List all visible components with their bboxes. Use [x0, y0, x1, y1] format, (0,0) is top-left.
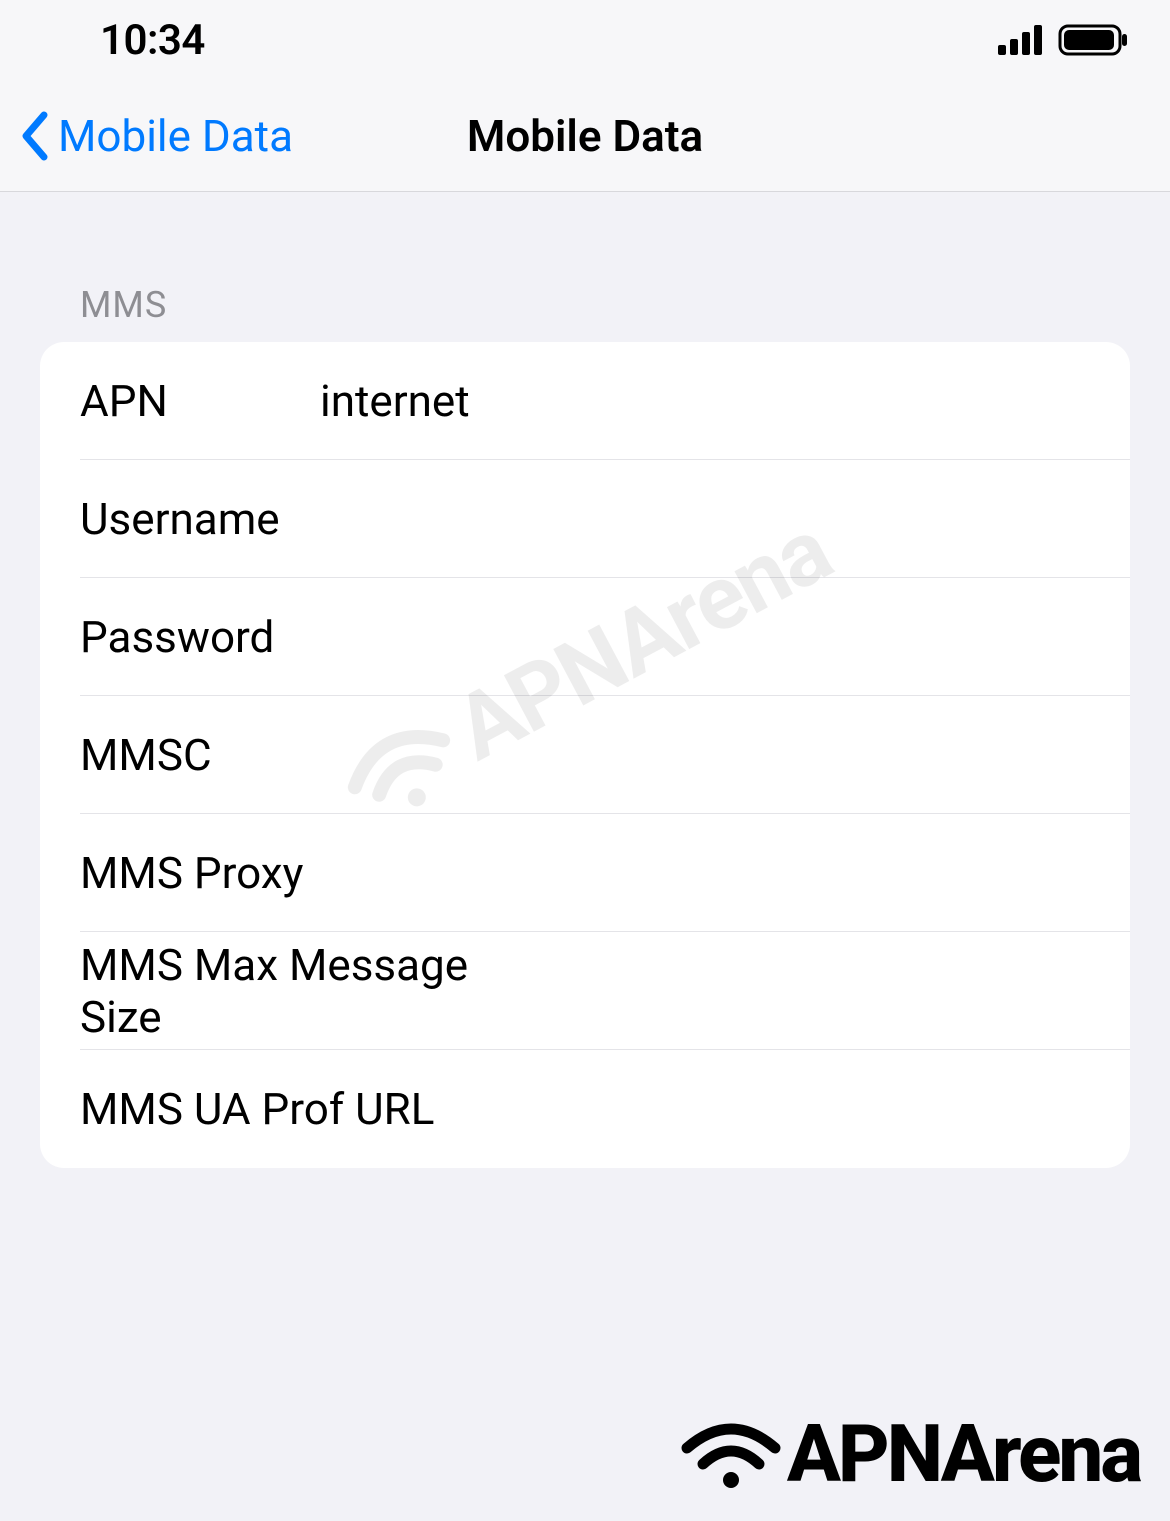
- status-indicators: [998, 24, 1130, 56]
- page-title: Mobile Data: [467, 110, 703, 162]
- input-mmsc[interactable]: [320, 729, 1090, 781]
- brand-logo: APNArena: [681, 1407, 1140, 1501]
- input-mms-ua-prof[interactable]: [532, 1083, 1090, 1135]
- row-apn[interactable]: APN: [40, 342, 1130, 460]
- row-mms-proxy[interactable]: MMS Proxy: [40, 814, 1130, 932]
- row-mmsc[interactable]: MMSC: [40, 696, 1130, 814]
- brand-text: APNArena: [787, 1407, 1140, 1501]
- label-mms-proxy: MMS Proxy: [80, 847, 532, 899]
- input-mms-max-size[interactable]: [532, 965, 1090, 1017]
- label-mms-ua-prof: MMS UA Prof URL: [80, 1083, 532, 1135]
- back-button[interactable]: Mobile Data: [20, 110, 293, 162]
- input-mms-proxy[interactable]: [532, 847, 1090, 899]
- settings-group-mms: APN Username Password MMSC MMS Proxy MMS…: [40, 342, 1130, 1168]
- row-mms-max-size[interactable]: MMS Max Message Size: [40, 932, 1130, 1050]
- row-mms-ua-prof[interactable]: MMS UA Prof URL: [40, 1050, 1130, 1168]
- signal-icon: [998, 25, 1046, 55]
- input-apn[interactable]: [320, 375, 1090, 427]
- label-apn: APN: [80, 375, 320, 427]
- wifi-icon: [681, 1416, 781, 1492]
- label-username: Username: [80, 493, 320, 545]
- row-username[interactable]: Username: [40, 460, 1130, 578]
- navigation-bar: Mobile Data Mobile Data: [0, 80, 1170, 192]
- content: MMS APN Username Password MMSC MMS Proxy: [0, 192, 1170, 1168]
- label-mms-max-size: MMS Max Message Size: [80, 939, 532, 1043]
- row-password[interactable]: Password: [40, 578, 1130, 696]
- battery-icon: [1058, 24, 1130, 56]
- status-time: 10:34: [100, 16, 205, 65]
- input-password[interactable]: [320, 611, 1090, 663]
- status-bar: 10:34: [0, 0, 1170, 80]
- label-mmsc: MMSC: [80, 729, 320, 781]
- label-password: Password: [80, 611, 320, 663]
- section-header-mms: MMS: [40, 192, 1130, 342]
- input-username[interactable]: [320, 493, 1090, 545]
- back-label: Mobile Data: [58, 110, 293, 162]
- chevron-left-icon: [20, 111, 50, 161]
